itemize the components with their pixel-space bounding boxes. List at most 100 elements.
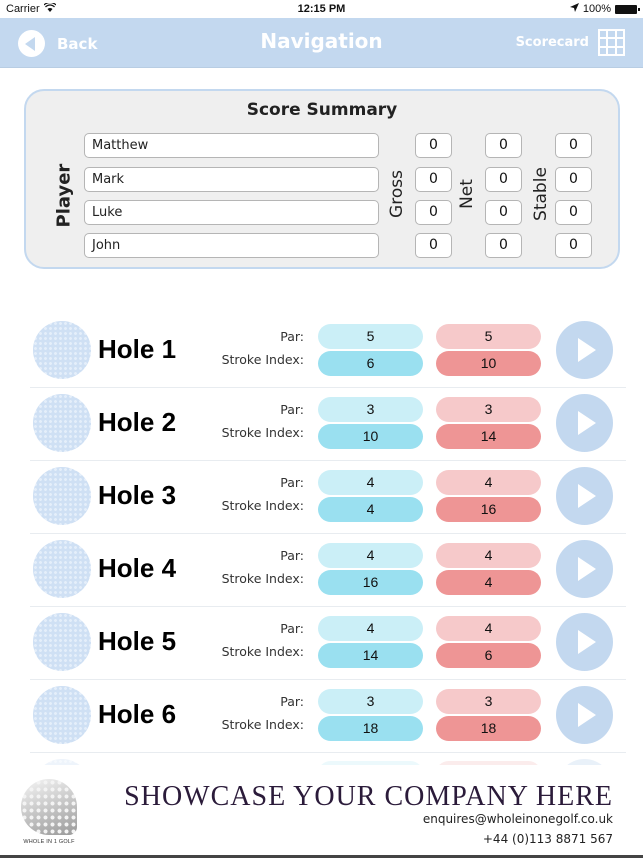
location-arrow-icon — [569, 3, 579, 15]
clock: 12:15 PM — [297, 3, 346, 15]
golf-ball-icon[interactable] — [33, 613, 91, 671]
par-value-red: 5 — [436, 324, 541, 349]
hole-row[interactable]: Hole 4 Par: Stroke Index: 4 16 4 4 — [30, 534, 626, 607]
back-label: Back — [57, 34, 98, 53]
par-value-blue: 4 — [318, 543, 423, 568]
hole-row[interactable]: Hole 6 Par: Stroke Index: 3 18 3 18 — [30, 680, 626, 753]
stroke-index-value-blue: 18 — [318, 716, 423, 741]
stable-score: 0 — [555, 167, 592, 192]
par-value-red: 4 — [436, 543, 541, 568]
stroke-index-label: Stroke Index: — [221, 571, 304, 586]
stroke-index-value-blue: 6 — [318, 351, 423, 376]
par-value-red: 4 — [436, 470, 541, 495]
par-value-blue: 5 — [318, 324, 423, 349]
stable-score: 0 — [555, 133, 592, 158]
par-label: Par: — [280, 621, 304, 636]
golf-ball-icon[interactable] — [33, 321, 91, 379]
player-name-field[interactable]: Mark — [84, 167, 379, 192]
gross-score: 0 — [415, 233, 452, 258]
score-summary-title: Score Summary — [246, 100, 398, 120]
play-hole-button[interactable] — [556, 686, 613, 744]
hole-name: Hole 4 — [98, 553, 177, 583]
stroke-index-value-blue: 10 — [318, 424, 423, 449]
stroke-index-label: Stroke Index: — [221, 498, 304, 513]
play-hole-button[interactable] — [556, 321, 613, 379]
net-score: 0 — [485, 167, 522, 192]
advert-banner[interactable]: WHOLE IN 1 GOLF SHOWCASE YOUR COMPANY HE… — [0, 765, 643, 855]
stroke-index-value-blue: 14 — [318, 643, 423, 668]
par-label: Par: — [280, 548, 304, 563]
hole-list[interactable]: Hole 1 Par: Stroke Index: 5 6 5 10 Hole … — [30, 315, 626, 767]
par-label: Par: — [280, 475, 304, 490]
hole-row[interactable]: Hole 3 Par: Stroke Index: 4 4 4 16 — [30, 461, 626, 534]
par-label: Par: — [280, 402, 304, 417]
play-hole-button[interactable] — [556, 467, 613, 525]
net-score: 0 — [485, 200, 522, 225]
scorecard-grid-icon — [598, 29, 625, 56]
scorecard-button[interactable]: Scorecard — [516, 29, 625, 56]
scorecard-label: Scorecard — [515, 35, 589, 50]
battery-percent: 100% — [582, 3, 611, 15]
gross-column-label: Gross — [387, 170, 407, 218]
hole-name: Hole 2 — [98, 407, 177, 437]
net-score: 0 — [485, 133, 522, 158]
par-value-blue: 3 — [318, 689, 423, 714]
stroke-index-value-red: 4 — [436, 570, 541, 595]
play-hole-button[interactable] — [556, 394, 613, 452]
hole-row[interactable]: Hole 1 Par: Stroke Index: 5 6 5 10 — [30, 315, 626, 388]
hole-row[interactable]: Hole 5 Par: Stroke Index: 4 14 4 6 — [30, 607, 626, 680]
stroke-index-label: Stroke Index: — [221, 644, 304, 659]
stroke-index-label: Stroke Index: — [221, 425, 304, 440]
status-bar: Carrier 12:15 PM 100% — [0, 0, 643, 18]
whole-in-1-golf-logo[interactable]: WHOLE IN 1 GOLF — [18, 779, 80, 845]
par-value-blue: 3 — [318, 397, 423, 422]
net-score: 0 — [485, 233, 522, 258]
stroke-index-label: Stroke Index: — [221, 352, 304, 367]
ad-phone-link[interactable]: +44 (0)113 8871 567 — [483, 832, 613, 846]
player-column-label: Player — [53, 163, 75, 228]
golf-ball-icon[interactable] — [33, 686, 91, 744]
golf-ball-icon[interactable] — [33, 394, 91, 452]
par-value-red: 3 — [436, 397, 541, 422]
hole-name: Hole 6 — [98, 699, 177, 729]
golf-ball-logo-icon — [21, 779, 77, 835]
stroke-index-value-blue: 4 — [318, 497, 423, 522]
golf-ball-icon[interactable] — [33, 540, 91, 598]
stroke-index-value-red: 10 — [436, 351, 541, 376]
hole-name: Hole 3 — [98, 480, 177, 510]
play-hole-button[interactable] — [556, 613, 613, 671]
stroke-index-value-red: 14 — [436, 424, 541, 449]
stroke-index-label: Stroke Index: — [221, 717, 304, 732]
play-hole-button[interactable] — [556, 540, 613, 598]
ad-email-link[interactable]: enquires@wholeinonegolf.co.uk — [423, 812, 613, 826]
par-label: Par: — [280, 329, 304, 344]
hole-name: Hole 5 — [98, 626, 177, 656]
par-label: Par: — [280, 694, 304, 709]
battery-icon — [615, 4, 640, 14]
player-name-field[interactable]: Luke — [84, 200, 379, 225]
stroke-index-value-red: 16 — [436, 497, 541, 522]
par-value-red: 3 — [436, 689, 541, 714]
navigation-bar: Back Navigation Scorecard — [0, 18, 643, 68]
hole-name: Hole 1 — [98, 334, 177, 364]
score-summary-panel: Score Summary Player Gross Net Stable Ma… — [24, 89, 620, 269]
par-value-blue: 4 — [318, 616, 423, 641]
gross-score: 0 — [415, 200, 452, 225]
back-button[interactable]: Back — [18, 30, 97, 57]
stable-score: 0 — [555, 200, 592, 225]
par-value-blue: 4 — [318, 470, 423, 495]
hole-row[interactable]: Hole 2 Par: Stroke Index: 3 10 3 14 — [30, 388, 626, 461]
ad-headline: SHOWCASE YOUR COMPANY HERE — [124, 781, 613, 812]
stroke-index-value-red: 18 — [436, 716, 541, 741]
golf-ball-icon[interactable] — [33, 467, 91, 525]
gross-score: 0 — [415, 133, 452, 158]
player-name-field[interactable]: Matthew — [84, 133, 379, 158]
stable-score: 0 — [555, 233, 592, 258]
back-arrow-icon — [18, 30, 45, 57]
par-value-red: 4 — [436, 616, 541, 641]
status-right: 100% — [569, 3, 640, 15]
logo-text: WHOLE IN 1 GOLF — [23, 839, 75, 845]
gross-score: 0 — [415, 167, 452, 192]
stable-column-label: Stable — [531, 167, 551, 221]
player-name-field[interactable]: John — [84, 233, 379, 258]
